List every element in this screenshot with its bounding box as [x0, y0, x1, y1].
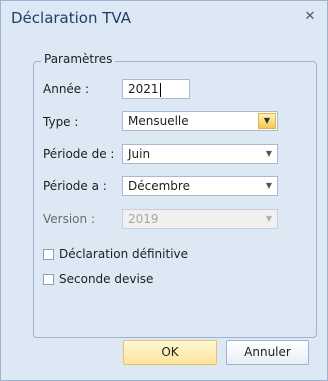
declaration-definitive-checkbox-row[interactable]: Déclaration définitive: [43, 247, 188, 261]
version-label: Version :: [43, 212, 95, 226]
periode-a-value: Décembre: [128, 179, 190, 193]
window-title: Déclaration TVA: [11, 9, 131, 27]
type-select[interactable]: Mensuelle ▼: [122, 111, 278, 131]
declaration-tva-dialog: Déclaration TVA ✕ Paramètres Année : 202…: [0, 0, 328, 381]
title-bar: Déclaration TVA ✕: [1, 1, 327, 35]
chevron-down-icon[interactable]: ▼: [258, 113, 276, 129]
declaration-definitive-checkbox[interactable]: [43, 248, 54, 260]
annuler-button[interactable]: Annuler: [226, 340, 309, 365]
chevron-down-icon: ▼: [265, 181, 272, 190]
ok-button[interactable]: OK: [123, 340, 217, 365]
periode-de-label: Période de :: [43, 147, 115, 161]
parametres-group: [33, 61, 317, 338]
text-cursor: [159, 82, 161, 97]
annee-value: 2021: [128, 82, 159, 96]
periode-de-value: Juin: [128, 147, 151, 161]
seconde-devise-checkbox-row[interactable]: Seconde devise: [43, 272, 153, 286]
periode-a-label: Période a :: [43, 179, 107, 193]
periode-a-select[interactable]: Décembre ▼: [122, 176, 278, 196]
chevron-down-icon: ▼: [265, 214, 272, 223]
annee-label: Année :: [43, 82, 90, 96]
declaration-definitive-label: Déclaration définitive: [59, 247, 189, 261]
group-legend: Paramètres: [41, 52, 116, 66]
seconde-devise-label: Seconde devise: [59, 272, 154, 286]
version-select: 2019 ▼: [122, 209, 278, 229]
version-value: 2019: [128, 212, 159, 226]
chevron-down-icon: ▼: [265, 149, 272, 158]
type-value: Mensuelle: [128, 114, 189, 128]
close-icon[interactable]: ✕: [303, 10, 317, 24]
periode-de-select[interactable]: Juin ▼: [122, 144, 278, 164]
type-label: Type :: [43, 115, 79, 129]
annee-input[interactable]: 2021: [122, 79, 190, 99]
seconde-devise-checkbox[interactable]: [43, 273, 54, 285]
